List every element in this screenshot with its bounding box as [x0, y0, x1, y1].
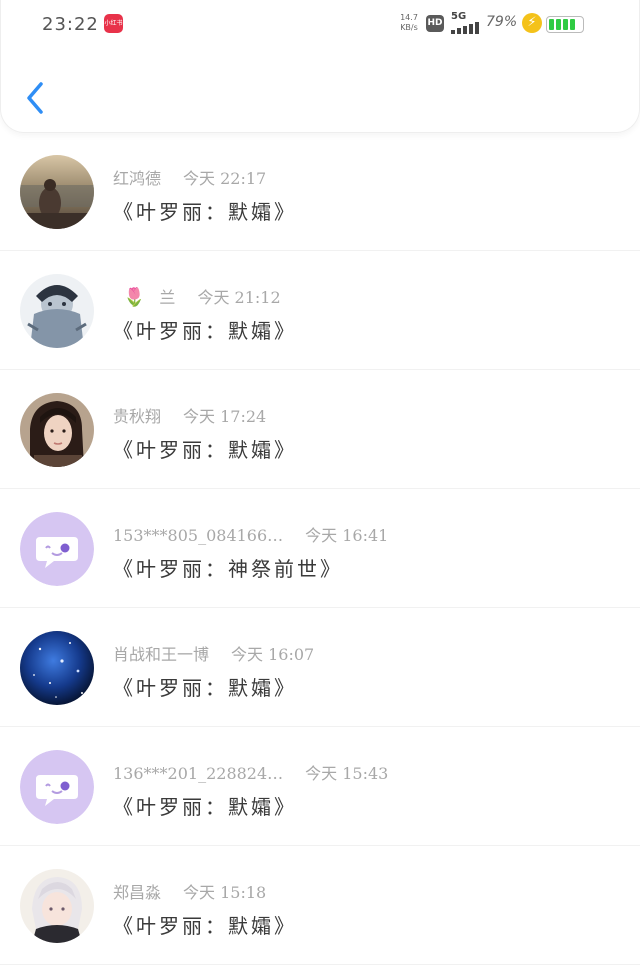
- comment-time: 今天 21:12: [197, 288, 281, 307]
- comment-text: 《叶罗丽：默孀》: [113, 914, 297, 938]
- comment-text: 《叶罗丽：默孀》: [113, 438, 297, 462]
- comment-time: 今天 15:18: [183, 883, 267, 902]
- commenter-name[interactable]: 兰: [159, 288, 175, 307]
- list-item[interactable]: 136***201_228824… 今天 15:43 《叶罗丽：默孀》: [0, 727, 640, 846]
- default-avatar-icon: [20, 750, 94, 824]
- comment-text: 《叶罗丽：默孀》: [113, 676, 297, 700]
- comment-time: 今天 17:24: [183, 407, 267, 426]
- avatar[interactable]: [20, 274, 94, 348]
- back-button[interactable]: [21, 80, 53, 116]
- list-item[interactable]: 153***805_084166… 今天 16:41 《叶罗丽：神祭前世》: [0, 489, 640, 608]
- list-item[interactable]: 肖战和王一博 今天 16:07 《叶罗丽：默孀》: [0, 608, 640, 727]
- list-item[interactable]: 🌷 兰 今天 21:12 《叶罗丽：默孀》: [0, 251, 640, 370]
- divider: [0, 964, 640, 965]
- comment-time: 今天 16:07: [231, 645, 315, 664]
- comment-time: 今天 22:17: [183, 169, 267, 188]
- default-avatar-icon: [20, 512, 94, 586]
- comment-text: 《叶罗丽：默孀》: [113, 319, 297, 343]
- avatar[interactable]: [20, 869, 94, 943]
- avatar[interactable]: [20, 155, 94, 229]
- tulip-icon: 🌷: [123, 287, 146, 308]
- comment-time: 今天 16:41: [305, 526, 389, 545]
- commenter-name[interactable]: 肖战和王一博: [113, 645, 209, 664]
- commenter-name[interactable]: 红鸿德: [113, 169, 161, 188]
- comment-text: 《叶罗丽：默孀》: [113, 200, 297, 224]
- avatar[interactable]: [20, 393, 94, 467]
- list-item[interactable]: 贵秋翔 今天 17:24 《叶罗丽：默孀》: [0, 370, 640, 489]
- comment-list: 红鸿德 今天 22:17 《叶罗丽：默孀》 🌷 兰 今天 21:12 《叶罗丽：默孀》: [0, 132, 640, 965]
- chevron-left-icon: [27, 82, 43, 114]
- avatar[interactable]: [20, 750, 94, 824]
- comment-text: 《叶罗丽：神祭前世》: [113, 557, 343, 581]
- commenter-name[interactable]: 136***201_228824…: [113, 764, 283, 783]
- avatar[interactable]: [20, 512, 94, 586]
- list-item[interactable]: 红鸿德 今天 22:17 《叶罗丽：默孀》: [0, 132, 640, 251]
- commenter-name[interactable]: 153***805_084166…: [113, 526, 283, 545]
- avatar[interactable]: [20, 631, 94, 705]
- header: [0, 0, 640, 133]
- list-item[interactable]: 郑昌淼 今天 15:18 《叶罗丽：默孀》: [0, 846, 640, 965]
- comment-time: 今天 15:43: [305, 764, 389, 783]
- commenter-name[interactable]: 郑昌淼: [113, 883, 161, 902]
- commenter-name[interactable]: 贵秋翔: [113, 407, 161, 426]
- comment-text: 《叶罗丽：默孀》: [113, 795, 297, 819]
